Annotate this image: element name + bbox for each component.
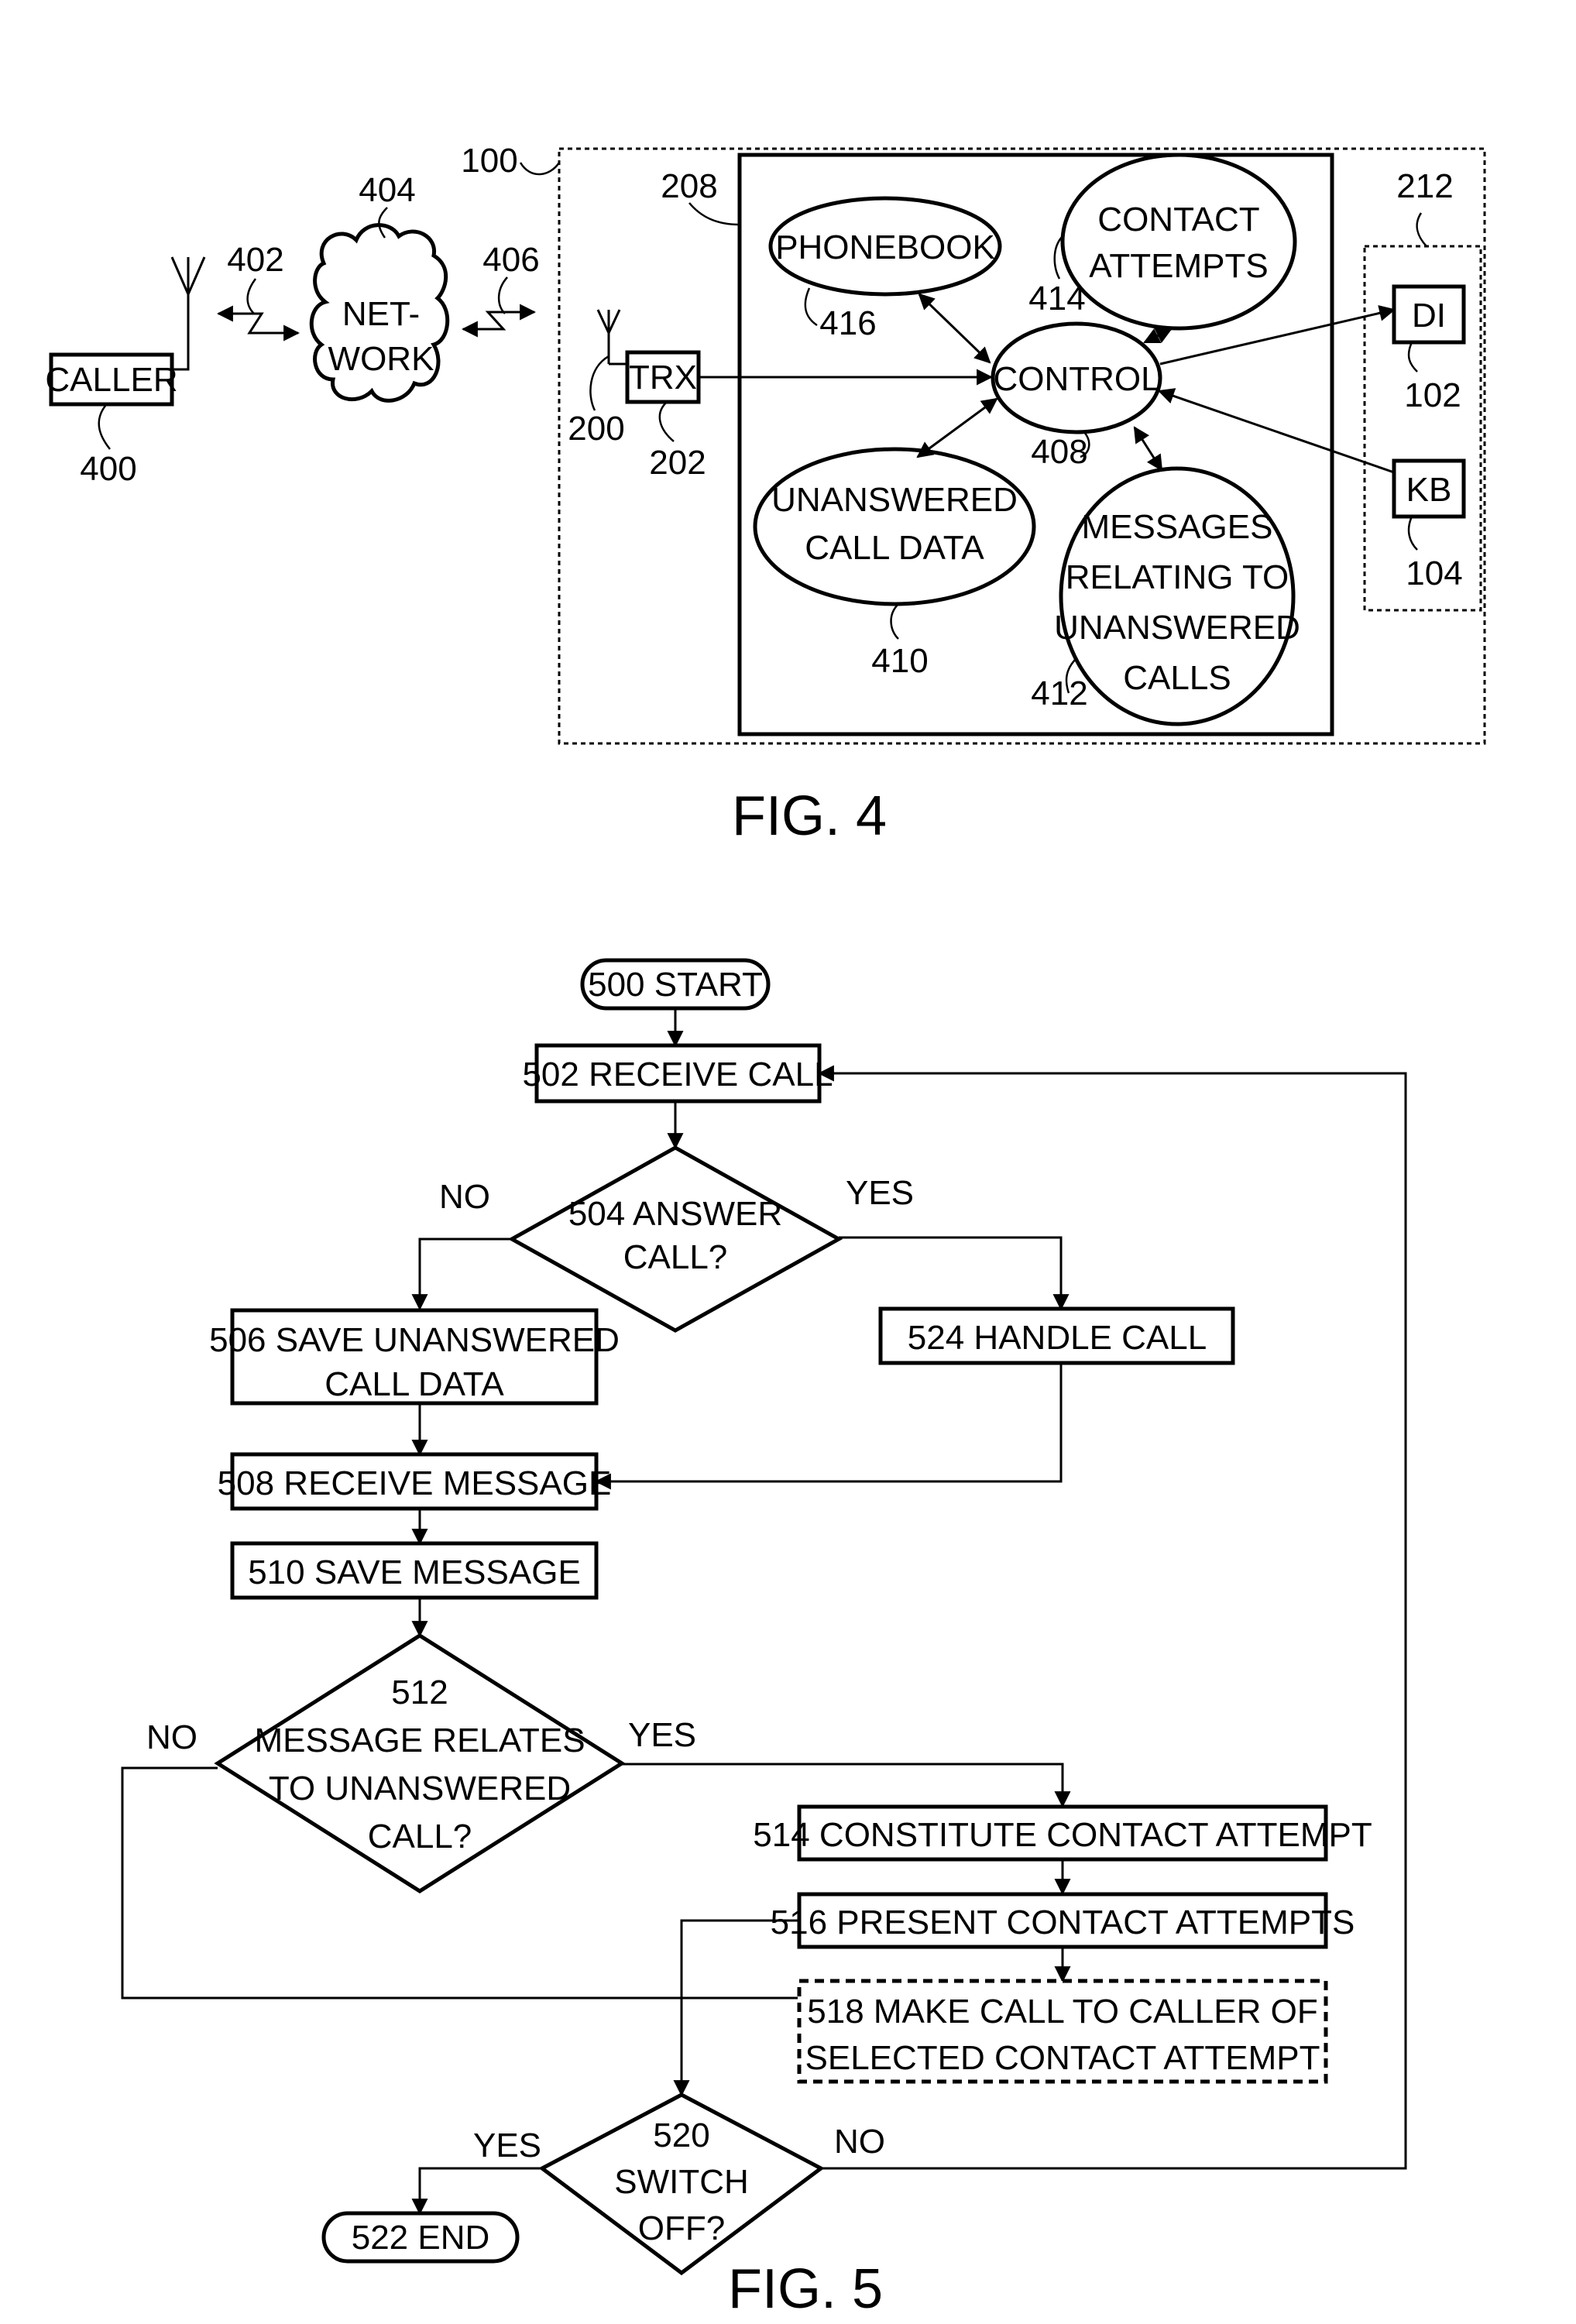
- switch-no-label: NO: [834, 2123, 885, 2161]
- network-label-1: NET-: [342, 295, 420, 333]
- relates-label-4: CALL?: [368, 1818, 472, 1855]
- network-node: NET- WORK 404: [309, 171, 450, 403]
- relates-label-2: MESSAGE RELATES: [254, 1722, 585, 1759]
- messages-label-4: CALLS: [1123, 659, 1231, 697]
- control-ref: 408: [1031, 433, 1087, 471]
- messages-label-1: MESSAGES: [1082, 508, 1273, 546]
- contact-attempts-ref: 414: [1028, 280, 1085, 318]
- wireless-link-402-icon: [216, 305, 300, 342]
- network-ref: 404: [359, 171, 415, 209]
- device-leader: [519, 162, 561, 176]
- arrow-present-switch: [673, 1919, 799, 2097]
- wireless-link-406-icon: [461, 304, 537, 338]
- make-call-label-1: 518 MAKE CALL TO CALLER OF: [807, 1993, 1317, 2030]
- caller-label: CALLER: [45, 361, 177, 399]
- caller-antenna-mast: [172, 269, 190, 371]
- caller-node: CALLER 400: [45, 256, 206, 488]
- receive-message-label: 508 RECEIVE MESSAGE: [218, 1464, 612, 1502]
- device-ref: 100: [461, 142, 517, 180]
- antenna-leader: [589, 355, 609, 411]
- trx-node: TRX 200 202: [568, 309, 706, 482]
- arrow-handle-receive-message: [594, 1363, 1063, 1490]
- trx-leader: [658, 402, 675, 442]
- messages-ref: 412: [1031, 675, 1087, 712]
- caller-antenna-icon: [170, 256, 206, 297]
- arrow-answer-yes: [839, 1236, 1070, 1311]
- handle-call-label: 524 HANDLE CALL: [908, 1319, 1207, 1357]
- unanswered-call-data-label-2: CALL DATA: [805, 529, 984, 567]
- end-label: 522 END: [352, 2219, 490, 2257]
- link-402-ref: 402: [227, 241, 283, 279]
- display-label: DI: [1412, 297, 1446, 335]
- make-call-label-2: SELECTED CONTACT ATTEMPT: [805, 2039, 1320, 2077]
- device-antenna-icon: [596, 309, 621, 364]
- display-leader: [1407, 342, 1418, 372]
- display-ref: 102: [1404, 376, 1461, 414]
- control-label: CONTROL: [993, 360, 1159, 398]
- caller-leader: [98, 405, 111, 450]
- fig5-flowchart: 500 START 502 RECEIVE CALL 504 ANSWER CA…: [121, 958, 1407, 2320]
- messages-label-3: UNANSWERED: [1054, 609, 1300, 647]
- trx-label: TRX: [629, 359, 697, 396]
- keyboard-ref: 104: [1406, 554, 1462, 592]
- antenna-ref: 200: [568, 410, 624, 448]
- phonebook-label: PHONEBOOK: [775, 228, 995, 266]
- answer-no-label: NO: [439, 1178, 490, 1216]
- messages-label-2: RELATING TO: [1066, 558, 1289, 596]
- constitute-label: 514 CONSTITUTE CONTACT ATTEMPT: [753, 1816, 1372, 1854]
- save-unanswered-label-2: CALL DATA: [324, 1365, 504, 1403]
- unanswered-call-data-ellipse: [753, 447, 1036, 606]
- ui-leader: [1416, 212, 1427, 247]
- arrow-answer-no: [411, 1238, 512, 1311]
- answer-call-label-1: 504 ANSWER: [568, 1195, 782, 1233]
- unanswered-call-data-label-1: UNANSWERED: [771, 481, 1018, 519]
- unanswered-call-data-ref: 410: [871, 642, 928, 680]
- wireless-link-402: 402: [216, 241, 300, 342]
- relates-label-3: TO UNANSWERED: [269, 1770, 571, 1807]
- arrow-switch-yes: [411, 2167, 542, 2216]
- contact-attempts-ellipse: [1060, 153, 1297, 331]
- link-406-ref: 406: [482, 241, 539, 279]
- arrow-relates-yes: [622, 1763, 1071, 1808]
- switch-off-label-2: SWITCH: [614, 2163, 749, 2201]
- fig4-diagram: CALLER 400 402 NET- WORK 404 406 100 TRX…: [45, 142, 1486, 847]
- receive-call-label: 502 RECEIVE CALL: [522, 1056, 833, 1093]
- contact-attempts-label-2: ATTEMPTS: [1089, 247, 1268, 285]
- network-label-2: WORK: [328, 340, 434, 378]
- trx-ref: 202: [649, 444, 706, 482]
- caller-ref: 400: [80, 450, 136, 488]
- wireless-link-406: 406: [461, 241, 540, 338]
- relates-no-label: NO: [146, 1718, 197, 1756]
- save-message-label: 510 SAVE MESSAGE: [248, 1553, 581, 1591]
- link-406-leader: [497, 276, 508, 314]
- phonebook-ref: 416: [819, 304, 876, 342]
- relates-yes-label: YES: [628, 1716, 696, 1754]
- ui-ref: 212: [1396, 167, 1453, 205]
- memory-ref: 208: [661, 167, 717, 205]
- answer-yes-label: YES: [846, 1174, 914, 1212]
- answer-call-label-2: CALL?: [623, 1238, 728, 1276]
- fig4-title: FIG. 4: [732, 785, 887, 847]
- contact-attempts-label-1: CONTACT: [1097, 201, 1259, 239]
- keyboard-label: KB: [1406, 471, 1452, 509]
- relates-label-1: 512: [391, 1673, 448, 1711]
- switch-off-label-1: 520: [653, 2116, 709, 2154]
- memory-leader: [688, 202, 740, 226]
- start-label: 500 START: [588, 966, 763, 1004]
- switch-off-label-3: OFF?: [638, 2209, 725, 2247]
- link-402-leader: [246, 278, 257, 314]
- save-unanswered-label-1: 506 SAVE UNANSWERED: [209, 1321, 620, 1359]
- keyboard-leader: [1407, 516, 1418, 551]
- patent-figures: CALLER 400 402 NET- WORK 404 406 100 TRX…: [45, 142, 1486, 2320]
- fig5-title: FIG. 5: [728, 2258, 883, 2320]
- present-label: 516 PRESENT CONTACT ATTEMPTS: [771, 1903, 1355, 1941]
- switch-yes-label: YES: [473, 2127, 541, 2164]
